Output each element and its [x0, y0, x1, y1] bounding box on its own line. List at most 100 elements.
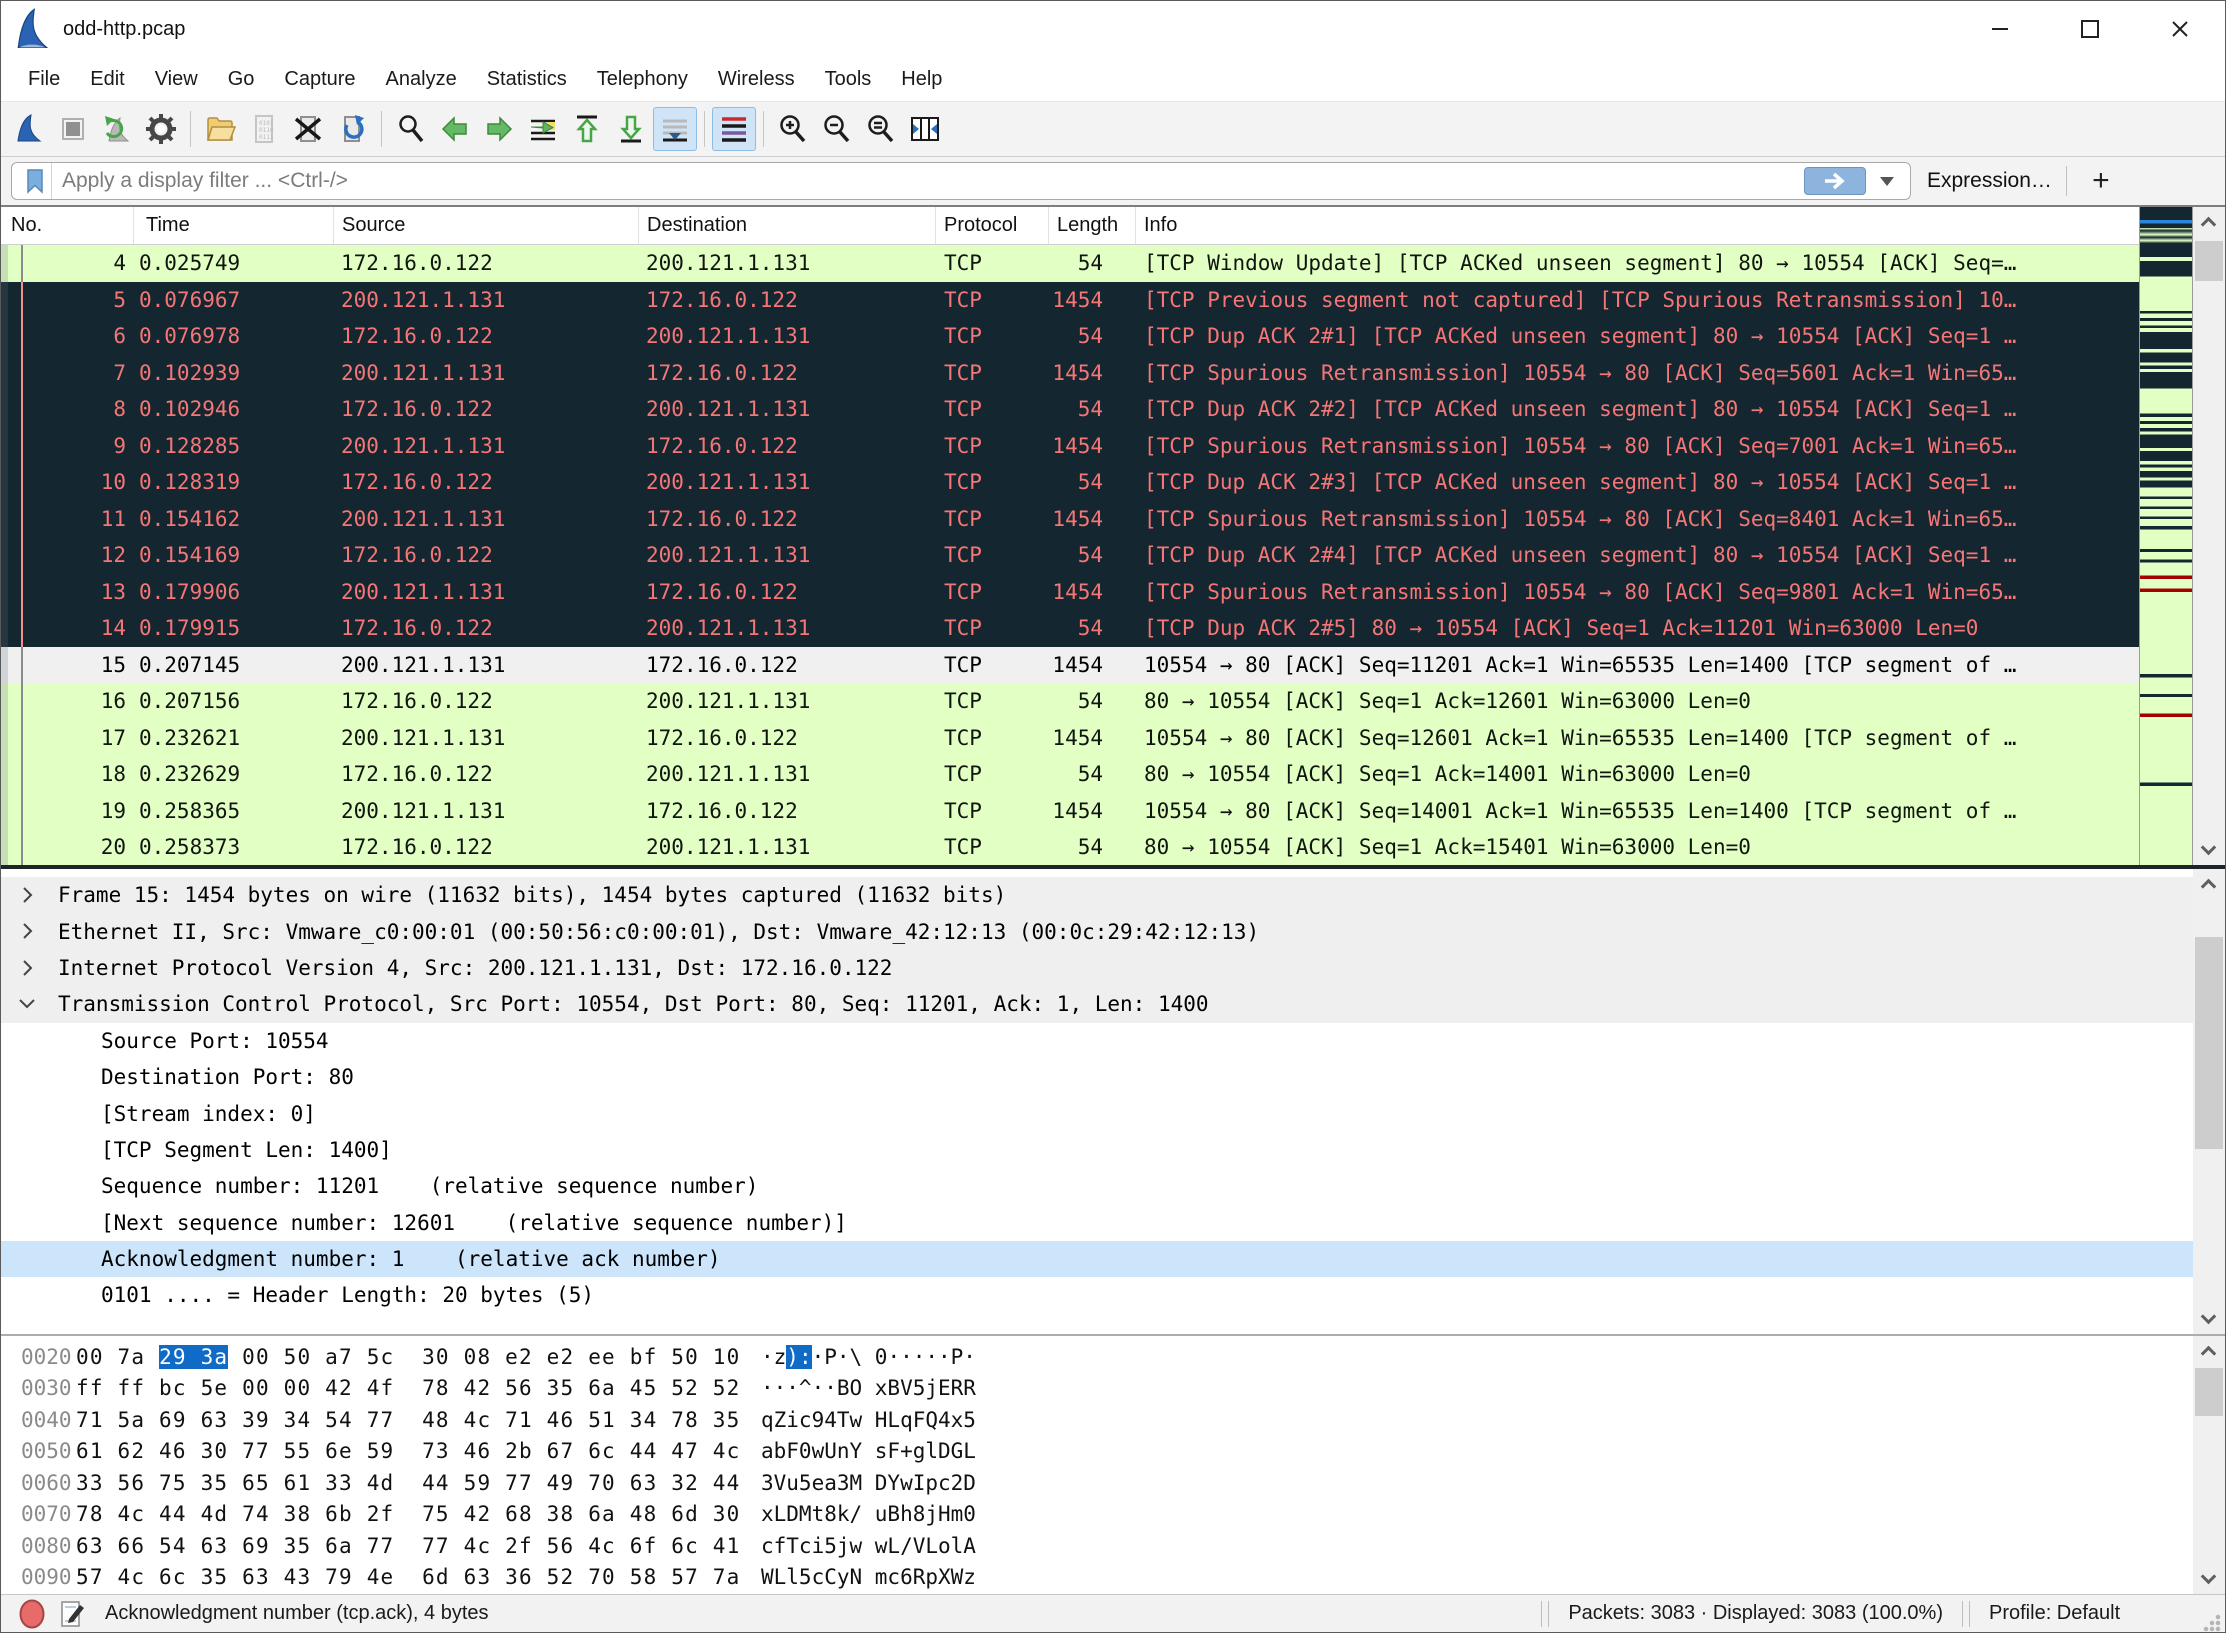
- ascii-bytes[interactable]: abF0wUnY sF+glDGL: [761, 1439, 976, 1463]
- status-profile[interactable]: Profile: Default: [1989, 1602, 2189, 1625]
- add-filter-button[interactable]: +: [2081, 166, 2121, 196]
- hex-row-0090[interactable]: 009057 4c 6c 35 63 43 79 4e 6d 63 36 52 …: [1, 1562, 2225, 1594]
- packet-row-16[interactable]: 160.207156172.16.0.122200.121.1.131TCP54…: [1, 683, 2139, 720]
- detail-row[interactable]: Source Port: 10554: [1, 1023, 2225, 1059]
- resize-columns-button[interactable]: [903, 107, 947, 151]
- hex-bytes[interactable]: 78 4c 44 4d 74 38 6b 2f 75 42 68 38 6a 4…: [76, 1502, 761, 1526]
- packet-row-4[interactable]: 40.025749172.16.0.122200.121.1.131TCP54[…: [1, 245, 2139, 282]
- go-first-button[interactable]: [565, 107, 609, 151]
- zoom-out-button[interactable]: [815, 107, 859, 151]
- restart-capture-button[interactable]: [95, 107, 139, 151]
- capture-comment-icon[interactable]: [59, 1599, 87, 1629]
- packet-row-10[interactable]: 100.128319172.16.0.122200.121.1.131TCP54…: [1, 464, 2139, 501]
- close-file-button[interactable]: [286, 107, 330, 151]
- ascii-bytes[interactable]: WLl5cCyN mc6RpXWz: [761, 1565, 976, 1589]
- packet-row-5[interactable]: 50.076967200.121.1.131172.16.0.122TCP145…: [1, 282, 2139, 319]
- hex-row-0040[interactable]: 004071 5a 69 63 39 34 54 77 48 4c 71 46 …: [1, 1404, 2225, 1436]
- detail-row[interactable]: [Next sequence number: 12601 (relative s…: [1, 1205, 2225, 1241]
- go-to-packet-button[interactable]: [521, 107, 565, 151]
- reload-file-button[interactable]: [330, 107, 374, 151]
- apply-filter-button[interactable]: [1804, 167, 1866, 195]
- column-header-destination[interactable]: Destination: [639, 207, 936, 244]
- minimize-button[interactable]: [1955, 1, 2045, 57]
- display-filter-input[interactable]: Apply a display filter ... <Ctrl-/>: [11, 162, 1911, 200]
- hex-scrollbar-thumb[interactable]: [2195, 1368, 2223, 1416]
- expression-button[interactable]: Expression…: [1927, 169, 2052, 193]
- menu-help[interactable]: Help: [886, 62, 957, 97]
- hex-row-0050[interactable]: 005061 62 46 30 77 55 6e 59 73 46 2b 67 …: [1, 1436, 2225, 1468]
- menu-file[interactable]: File: [13, 62, 75, 97]
- ascii-bytes[interactable]: ···^··BO xBV5jERR: [761, 1376, 976, 1400]
- scroll-down-icon[interactable]: [2201, 1569, 2217, 1585]
- hex-row-0060[interactable]: 006033 56 75 35 65 61 33 4d 44 59 77 49 …: [1, 1467, 2225, 1499]
- menu-tools[interactable]: Tools: [810, 62, 887, 97]
- hex-row-0020[interactable]: 002000 7a 29 3a 00 50 a7 5c 30 08 e2 e2 …: [1, 1341, 2225, 1373]
- packet-row-13[interactable]: 130.179906200.121.1.131172.16.0.122TCP14…: [1, 574, 2139, 611]
- auto-scroll-button[interactable]: [653, 107, 697, 151]
- scroll-up-icon[interactable]: [2201, 217, 2217, 233]
- column-header-no[interactable]: No.: [1, 207, 134, 244]
- maximize-button[interactable]: [2045, 1, 2135, 57]
- hex-bytes[interactable]: 00 7a 29 3a 00 50 a7 5c 30 08 e2 e2 ee b…: [76, 1345, 761, 1369]
- scroll-down-icon[interactable]: [2201, 840, 2217, 856]
- details-scrollbar-thumb[interactable]: [2195, 937, 2223, 1149]
- save-file-button[interactable]: 010101100111: [242, 107, 286, 151]
- go-back-button[interactable]: [433, 107, 477, 151]
- detail-row[interactable]: Transmission Control Protocol, Src Port:…: [1, 986, 2225, 1022]
- packet-row-6[interactable]: 60.076978172.16.0.122200.121.1.131TCP54[…: [1, 318, 2139, 355]
- expand-icon[interactable]: [17, 958, 37, 978]
- detail-row[interactable]: [TCP Segment Len: 1400]: [1, 1132, 2225, 1168]
- packet-row-19[interactable]: 190.258365200.121.1.131172.16.0.122TCP14…: [1, 793, 2139, 830]
- details-scrollbar[interactable]: [2193, 869, 2225, 1334]
- detail-row[interactable]: [Stream index: 0]: [1, 1095, 2225, 1131]
- hex-bytes[interactable]: 63 66 54 63 69 35 6a 77 77 4c 2f 56 4c 6…: [76, 1534, 761, 1558]
- packet-row-15[interactable]: 150.207145200.121.1.131172.16.0.122TCP14…: [1, 647, 2139, 684]
- open-file-button[interactable]: [198, 107, 242, 151]
- ascii-bytes[interactable]: 3Vu5ea3M DYwIpc2D: [761, 1471, 976, 1495]
- hex-scrollbar[interactable]: [2193, 1336, 2225, 1594]
- ascii-bytes[interactable]: qZic94Tw HLqFQ4x5: [761, 1408, 976, 1432]
- detail-row[interactable]: Internet Protocol Version 4, Src: 200.12…: [1, 950, 2225, 986]
- detail-row[interactable]: 0101 .... = Header Length: 20 bytes (5): [1, 1277, 2225, 1313]
- intelligent-scrollbar-minimap[interactable]: [2139, 207, 2193, 865]
- detail-row[interactable]: Ethernet II, Src: Vmware_c0:00:01 (00:50…: [1, 913, 2225, 949]
- expand-icon[interactable]: [17, 921, 37, 941]
- detail-row[interactable]: Destination Port: 80: [1, 1059, 2225, 1095]
- colorize-button[interactable]: [712, 107, 756, 151]
- close-button[interactable]: [2135, 1, 2225, 57]
- column-header-protocol[interactable]: Protocol: [936, 207, 1049, 244]
- packet-row-7[interactable]: 70.102939200.121.1.131172.16.0.122TCP145…: [1, 355, 2139, 392]
- column-header-time[interactable]: Time: [134, 207, 334, 244]
- filter-history-dropdown[interactable]: [1880, 177, 1894, 186]
- go-last-button[interactable]: [609, 107, 653, 151]
- hex-bytes[interactable]: 71 5a 69 63 39 34 54 77 48 4c 71 46 51 3…: [76, 1408, 761, 1432]
- menu-capture[interactable]: Capture: [269, 62, 370, 97]
- packet-row-17[interactable]: 170.232621200.121.1.131172.16.0.122TCP14…: [1, 720, 2139, 757]
- expert-info-icon[interactable]: [17, 1598, 47, 1630]
- expand-icon[interactable]: [17, 885, 37, 905]
- scroll-up-icon[interactable]: [2201, 1346, 2217, 1362]
- packet-row-11[interactable]: 110.154162200.121.1.131172.16.0.122TCP14…: [1, 501, 2139, 538]
- scroll-down-icon[interactable]: [2201, 1309, 2217, 1325]
- capture-options-button[interactable]: [139, 107, 183, 151]
- column-header-source[interactable]: Source: [334, 207, 639, 244]
- zoom-in-button[interactable]: [771, 107, 815, 151]
- menu-wireless[interactable]: Wireless: [703, 62, 810, 97]
- column-header-info[interactable]: Info: [1136, 207, 2225, 244]
- scroll-up-icon[interactable]: [2201, 879, 2217, 895]
- hex-bytes[interactable]: 33 56 75 35 65 61 33 4d 44 59 77 49 70 6…: [76, 1471, 761, 1495]
- hex-row-0030[interactable]: 0030ff ff bc 5e 00 00 42 4f 78 42 56 35 …: [1, 1373, 2225, 1405]
- stop-capture-button[interactable]: [51, 107, 95, 151]
- packet-row-8[interactable]: 80.102946172.16.0.122200.121.1.131TCP54[…: [1, 391, 2139, 428]
- collapse-icon[interactable]: [17, 994, 37, 1014]
- detail-row[interactable]: Frame 15: 1454 bytes on wire (11632 bits…: [1, 877, 2225, 913]
- start-capture-button[interactable]: [7, 107, 51, 151]
- menu-go[interactable]: Go: [213, 62, 270, 97]
- menu-edit[interactable]: Edit: [75, 62, 139, 97]
- ascii-bytes[interactable]: cfTci5jw wL/VLolA: [761, 1534, 976, 1558]
- find-packet-button[interactable]: [389, 107, 433, 151]
- ascii-bytes[interactable]: ·z):·P·\ 0·····P·: [761, 1345, 976, 1369]
- hex-row-0070[interactable]: 007078 4c 44 4d 74 38 6b 2f 75 42 68 38 …: [1, 1499, 2225, 1531]
- menu-view[interactable]: View: [140, 62, 213, 97]
- menu-telephony[interactable]: Telephony: [582, 62, 703, 97]
